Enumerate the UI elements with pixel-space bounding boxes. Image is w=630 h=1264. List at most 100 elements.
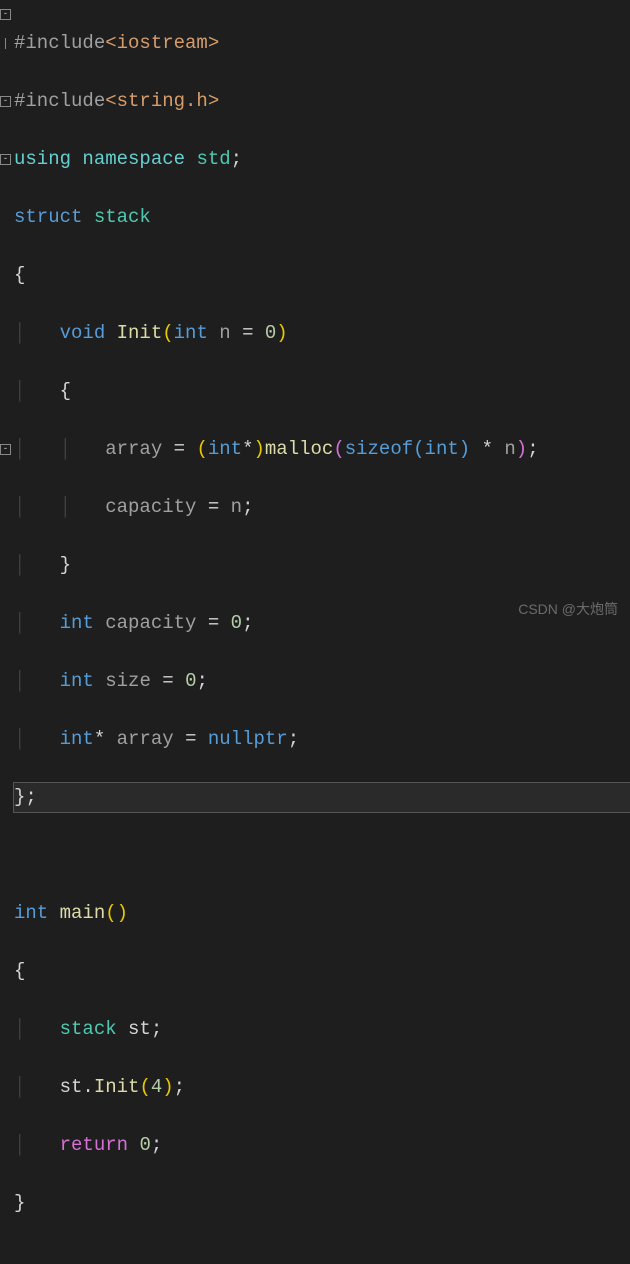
identifier: capacity: [105, 496, 196, 518]
code-area[interactable]: #include<iostream> #include<string.h> us…: [12, 0, 630, 632]
fold-toggle[interactable]: -: [0, 96, 11, 107]
number: 0: [139, 1134, 150, 1156]
code-line[interactable]: {: [14, 957, 630, 986]
code-line[interactable]: │ void Init(int n = 0): [14, 319, 630, 348]
code-line[interactable]: │ int* array = nullptr;: [14, 725, 630, 754]
op: =: [208, 496, 219, 518]
code-line[interactable]: │ │ capacity = n;: [14, 493, 630, 522]
number: 0: [185, 670, 196, 692]
code-line[interactable]: {: [14, 261, 630, 290]
punct: ;: [242, 612, 253, 634]
keyword: struct: [14, 206, 82, 228]
watermark: CSDN @大炮筒: [518, 595, 618, 624]
keyword: int: [60, 670, 94, 692]
identifier: array: [117, 728, 174, 750]
identifier: std: [196, 148, 230, 170]
number: 0: [265, 322, 276, 344]
fold-toggle[interactable]: -: [0, 9, 11, 20]
code-line[interactable]: struct stack: [14, 203, 630, 232]
paren: (: [196, 438, 207, 460]
punct: ;: [242, 496, 253, 518]
op: =: [208, 612, 219, 634]
keyword: void: [60, 322, 106, 344]
code-line[interactable]: }: [14, 1189, 630, 1218]
header-name: <string.h>: [105, 90, 219, 112]
punct: ;: [174, 1076, 185, 1098]
function-name: main: [60, 902, 106, 924]
fold-toggle[interactable]: -: [0, 444, 11, 455]
identifier: n: [504, 438, 515, 460]
code-line[interactable]: #include<iostream>: [14, 29, 630, 58]
type-name: stack: [94, 206, 151, 228]
punct: ;: [527, 438, 538, 460]
preprocessor: #include: [14, 32, 105, 54]
keyword: namespace: [82, 148, 185, 170]
op: *: [482, 438, 493, 460]
punct: ;: [151, 1134, 162, 1156]
code-line[interactable]: │ return 0;: [14, 1131, 630, 1160]
identifier: size: [105, 670, 151, 692]
paren: (: [105, 902, 116, 924]
fold-toggle[interactable]: -: [0, 154, 11, 165]
op: *: [242, 438, 253, 460]
punct: ;: [288, 728, 299, 750]
code-line[interactable]: using namespace std;: [14, 145, 630, 174]
op: =: [162, 670, 173, 692]
paren: ): [253, 438, 264, 460]
punct: ;: [196, 670, 207, 692]
punct: ;: [151, 1018, 162, 1040]
code-line[interactable]: │ stack st;: [14, 1015, 630, 1044]
identifier: st: [60, 1076, 83, 1098]
punct: ;: [231, 148, 242, 170]
paren: ): [162, 1076, 173, 1098]
code-line[interactable]: [14, 841, 630, 870]
identifier: array: [105, 438, 162, 460]
header-name: <iostream>: [105, 32, 219, 54]
keyword: int: [208, 438, 242, 460]
paren: ): [459, 438, 470, 460]
op: =: [185, 728, 196, 750]
keyword: sizeof: [345, 438, 413, 460]
paren: ): [276, 322, 287, 344]
paren: ): [117, 902, 128, 924]
code-line[interactable]: │ int size = 0;: [14, 667, 630, 696]
code-editor[interactable]: - - - - #include<iostream> #include<stri…: [0, 0, 630, 632]
number: 0: [231, 612, 242, 634]
brace: {: [60, 380, 71, 402]
code-line[interactable]: int main(): [14, 899, 630, 928]
code-line[interactable]: │ │ array = (int*)malloc(sizeof(int) * n…: [14, 435, 630, 464]
op: *: [94, 728, 105, 750]
number: 4: [151, 1076, 162, 1098]
punct: .: [82, 1076, 93, 1098]
brace: }: [14, 786, 25, 808]
code-line-current[interactable]: };: [14, 783, 630, 812]
keyword: return: [60, 1134, 128, 1156]
brace: }: [14, 1192, 25, 1214]
type-name: stack: [60, 1018, 117, 1040]
code-line[interactable]: #include<string.h>: [14, 87, 630, 116]
code-line[interactable]: │ {: [14, 377, 630, 406]
function-name: Init: [94, 1076, 140, 1098]
code-line[interactable]: │ st.Init(4);: [14, 1073, 630, 1102]
brace: {: [14, 960, 25, 982]
identifier: st: [128, 1018, 151, 1040]
keyword: int: [60, 728, 94, 750]
brace: {: [14, 264, 25, 286]
function-name: malloc: [265, 438, 333, 460]
identifier: n: [231, 496, 242, 518]
paren: (: [162, 322, 173, 344]
identifier: capacity: [105, 612, 196, 634]
keyword: nullptr: [208, 728, 288, 750]
keyword: int: [174, 322, 208, 344]
punct: ;: [25, 786, 36, 808]
op: =: [174, 438, 185, 460]
fold-gutter: - - - -: [0, 0, 12, 632]
fold-line: [5, 38, 6, 49]
keyword: int: [60, 612, 94, 634]
function-name: Init: [117, 322, 163, 344]
paren: (: [139, 1076, 150, 1098]
code-line[interactable]: │ }: [14, 551, 630, 580]
paren: (: [333, 438, 344, 460]
keyword: int: [425, 438, 459, 460]
op: =: [242, 322, 253, 344]
